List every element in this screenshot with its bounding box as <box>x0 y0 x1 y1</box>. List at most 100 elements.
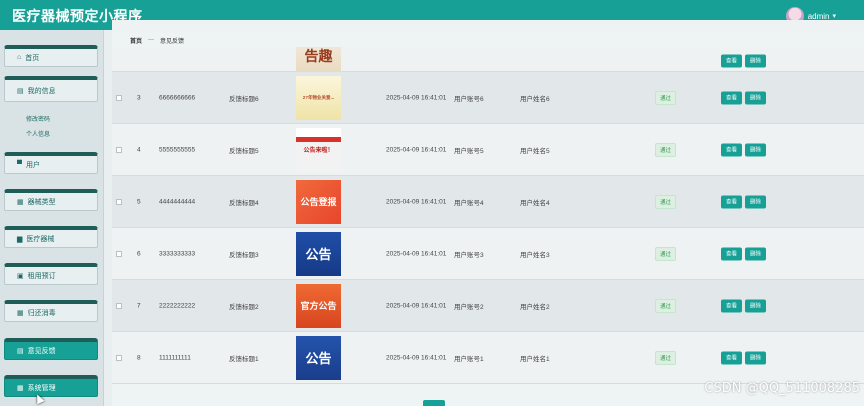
view-button[interactable]: 查看 <box>721 195 742 208</box>
sidebar-sub-personal-info[interactable]: 个人信息 <box>26 129 50 138</box>
row-index: 8 <box>137 354 141 361</box>
user-name: 用户姓名3 <box>520 251 550 259</box>
table-row: 6 3333333333 反馈标题3 公告 2025-04-09 16:41:0… <box>112 228 864 280</box>
row-checkbox[interactable] <box>116 354 122 361</box>
breadcrumb: 首页 — 意见反馈 <box>112 33 864 47</box>
sidebar-item-return-disinfect[interactable]: ▦ 归还消毒 <box>4 300 98 322</box>
user-account: 用户账号1 <box>454 355 484 363</box>
user-account: 用户账号5 <box>454 147 484 155</box>
watermark: CSDN @QQ_511008285 <box>704 381 860 396</box>
row-checkbox[interactable] <box>116 302 122 309</box>
table-row: 3 6666666666 反馈标题6 2?年物业关爱... 2025-04-09… <box>112 72 864 124</box>
feedback-time: 2025-04-09 16:41:01 <box>386 198 447 205</box>
delete-button[interactable]: 删除 <box>745 143 766 156</box>
user-name: 用户姓名6 <box>520 95 550 103</box>
feedback-image: 2?年物业关爱... <box>296 75 341 120</box>
feedback-account: 5555555555 <box>159 146 196 153</box>
feedback-image: 公告登报 <box>296 179 341 224</box>
feedback-title: 反馈标题6 <box>229 95 259 103</box>
feedback-title: 反馈标题5 <box>229 147 259 155</box>
user-icon: ▀ <box>17 161 22 168</box>
sidebar-item-device-types[interactable]: ▦ 器械类型 <box>4 189 98 211</box>
sidebar-item-system-admin[interactable]: ▦ 系统管理 <box>4 375 98 397</box>
grid-icon: ▦ <box>17 198 24 206</box>
feedback-account: 2222222222 <box>159 302 196 309</box>
profile-icon: ▤ <box>17 87 24 95</box>
sidebar-item-users[interactable]: ▀ 用户 <box>4 152 98 174</box>
row-index: 5 <box>137 198 141 205</box>
delete-button[interactable]: 删除 <box>745 247 766 260</box>
row-checkbox[interactable] <box>116 250 122 257</box>
row-checkbox[interactable] <box>116 94 122 101</box>
grid-icon: ▦ <box>17 384 24 392</box>
delete-button[interactable]: 删除 <box>745 351 766 364</box>
home-icon: ⌂ <box>17 54 22 61</box>
view-button[interactable]: 查看 <box>721 351 742 364</box>
sidebar-item-medical-devices[interactable]: ▆ 医疗器械 <box>4 226 98 248</box>
view-button[interactable]: 查看 <box>721 299 742 312</box>
feedback-time: 2025-04-09 16:41:01 <box>386 250 447 257</box>
view-button[interactable]: 查看 <box>721 143 742 156</box>
status-badge: 通过 <box>655 246 677 261</box>
row-index: 7 <box>137 302 141 309</box>
feedback-account: 4444444444 <box>159 198 196 205</box>
user-name: 用户姓名5 <box>520 147 550 155</box>
feedback-title: 反馈标题1 <box>229 355 259 363</box>
status-badge: 通过 <box>655 194 677 209</box>
delete-button[interactable]: 删除 <box>745 299 766 312</box>
user-account: 用户账号4 <box>454 199 484 207</box>
row-index: 3 <box>137 94 141 101</box>
feedback-account: 6666666666 <box>159 94 196 101</box>
user-name: 用户姓名1 <box>520 355 550 363</box>
user-name: 用户姓名2 <box>520 303 550 311</box>
sidebar-sub-change-password[interactable]: 修改密码 <box>26 114 50 123</box>
row-index: 4 <box>137 146 141 153</box>
box-icon: ▆ <box>17 235 23 243</box>
sidebar-item-feedback[interactable]: ▤ 意见反馈 <box>4 338 98 360</box>
user-account: 用户账号3 <box>454 251 484 259</box>
feedback-time: 2025-04-09 16:41:01 <box>386 302 447 309</box>
pagination-current-page[interactable] <box>423 400 445 406</box>
view-button[interactable]: 查看 <box>721 247 742 260</box>
status-badge: 通过 <box>655 142 677 157</box>
view-button[interactable]: 查看 <box>721 91 742 104</box>
grid-icon: ▦ <box>17 309 24 317</box>
breadcrumb-current: 意见反馈 <box>160 38 185 45</box>
feedback-account: 3333333333 <box>159 250 196 257</box>
user-name: 用户姓名4 <box>520 199 550 207</box>
table-row: 5 4444444444 反馈标题4 公告登报 2025-04-09 16:41… <box>112 176 864 228</box>
status-badge: 通过 <box>655 350 677 365</box>
row-checkbox[interactable] <box>116 146 122 153</box>
feedback-image: 公告 <box>296 335 341 380</box>
sidebar: ⌂ 首页 ▤ 我的信息 修改密码 个人信息 ▀ 用户 ▦ 器械类型 ▆ 医疗器械 ▣ 租用预… <box>0 30 104 406</box>
breadcrumb-separator: — <box>148 37 155 43</box>
feedback-account: 1111111111 <box>159 354 191 361</box>
feedback-title: 反馈标题4 <box>229 199 259 207</box>
table-row: 4 5555555555 反馈标题5 公告来啦！ 2025-04-09 16:4… <box>112 124 864 176</box>
status-badge: 通过 <box>655 298 677 313</box>
breadcrumb-home[interactable]: 首页 <box>130 36 142 45</box>
view-button[interactable]: 查看 <box>721 54 742 68</box>
status-badge: 通过 <box>655 90 677 105</box>
feedback-image: 公告 <box>296 231 341 276</box>
feedback-title: 反馈标题2 <box>229 303 259 311</box>
delete-button[interactable]: 删除 <box>745 91 766 104</box>
feedback-time: 2025-04-09 16:41:01 <box>386 146 447 153</box>
chevron-down-icon[interactable]: ▾ <box>832 12 836 20</box>
user-account: 用户账号6 <box>454 95 484 103</box>
table-row: 7 2222222222 反馈标题2 官方公告 2025-04-09 16:41… <box>112 280 864 332</box>
row-index: 6 <box>137 250 141 257</box>
delete-button[interactable]: 删除 <box>745 195 766 208</box>
feedback-title: 反馈标题3 <box>229 251 259 259</box>
delete-button[interactable]: 删除 <box>745 54 766 68</box>
feedback-image: 官方公告 <box>296 283 341 328</box>
feedback-image: 公告来啦！ <box>296 127 341 172</box>
feedback-time: 2025-04-09 16:41:01 <box>386 94 447 101</box>
feedback-time: 2025-04-09 16:41:01 <box>386 354 447 361</box>
sidebar-item-rental-booking[interactable]: ▣ 租用预订 <box>4 263 98 285</box>
sidebar-item-home[interactable]: ⌂ 首页 <box>4 45 98 67</box>
user-account: 用户账号2 <box>454 303 484 311</box>
row-checkbox[interactable] <box>116 198 122 205</box>
calendar-icon: ▣ <box>17 272 24 280</box>
sidebar-item-my-info[interactable]: ▤ 我的信息 <box>4 76 98 102</box>
